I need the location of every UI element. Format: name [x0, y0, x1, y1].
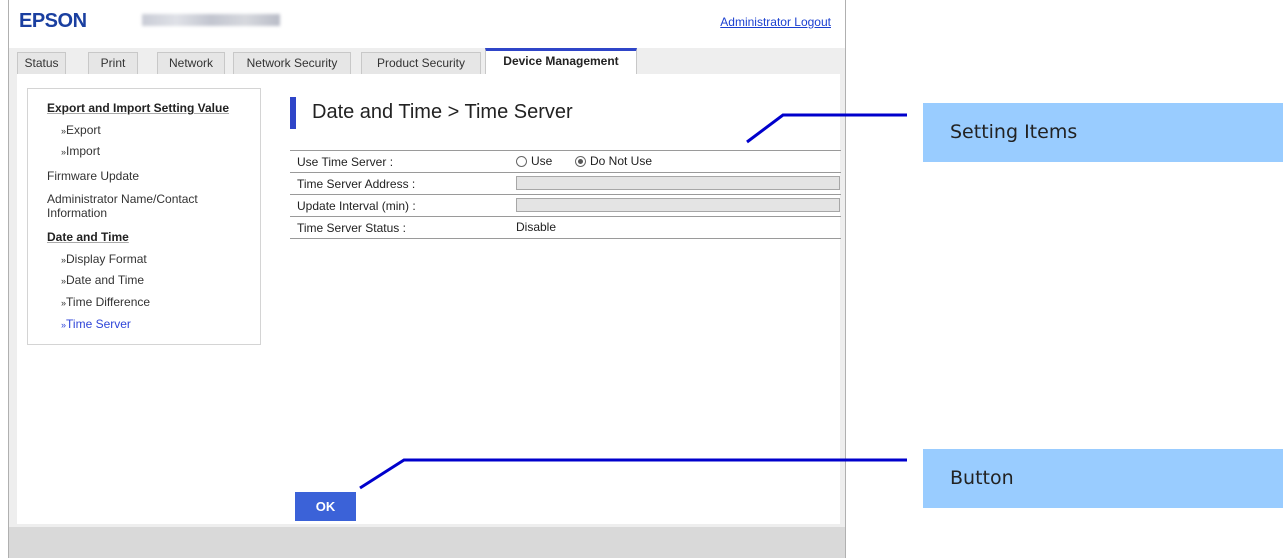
setting-items-leader-line	[746, 113, 907, 144]
leader-lines	[359, 113, 907, 490]
button-leader-line	[359, 458, 907, 490]
